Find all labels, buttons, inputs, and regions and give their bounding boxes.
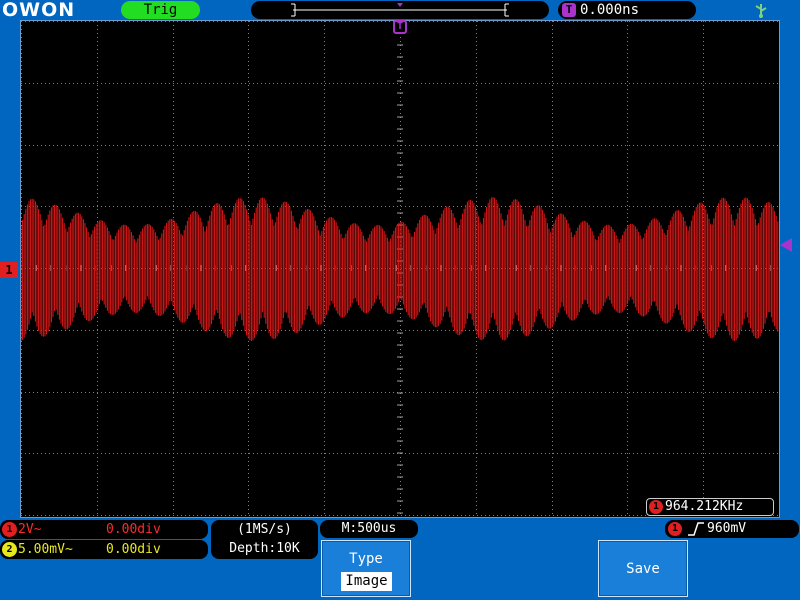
ch2-badge: 2 (2, 542, 17, 557)
trigger-time-badge: T (562, 3, 576, 17)
ch1-waveform (21, 197, 779, 341)
ch2-offset: 0.00div (106, 542, 161, 557)
acquisition-info: (1MS/s) Depth:10K (211, 520, 318, 559)
memory-depth: Depth:10K (229, 541, 300, 556)
trigger-source-badge: 1 (668, 522, 682, 536)
type-softkey-value: Image (341, 572, 392, 591)
trigger-level-marker[interactable] (780, 238, 792, 252)
owon-logo: OWON (2, 0, 76, 21)
trigger-time-readout: T 0.000ns (558, 1, 696, 19)
horizontal-position-indicator (291, 3, 509, 17)
frequency-value: 964.212KHz (665, 499, 744, 514)
waveform-display[interactable] (20, 20, 780, 518)
type-softkey-label: Type (349, 551, 383, 567)
usb-icon (752, 2, 770, 18)
ch1-volts-div: 2V~ (18, 522, 42, 537)
ch1-offset: 0.00div (106, 522, 161, 537)
sample-rate: (1MS/s) (237, 522, 292, 537)
ch1-badge: 1 (2, 522, 17, 537)
save-softkey[interactable]: Save (598, 540, 688, 597)
ch1-level-marker[interactable]: 1 (0, 262, 18, 278)
ch1-info[interactable]: 1 2V~ 0.00div (0, 520, 208, 539)
timebase-readout[interactable]: M:500us (320, 520, 418, 538)
frequency-channel-badge: 1 (649, 500, 663, 514)
trigger-time-value: 0.000ns (580, 2, 640, 18)
ch2-info[interactable]: 2 5.00mV~ 0.00div (0, 540, 208, 559)
trigger-level-value: 960mV (707, 521, 747, 536)
horizontal-position-bar[interactable] (251, 1, 549, 19)
rising-edge-icon (687, 521, 705, 543)
frequency-readout: 1 964.212KHz (646, 498, 774, 516)
type-softkey[interactable]: Type Image (321, 540, 411, 597)
trigger-time-marker: T (393, 20, 407, 34)
trigger-info[interactable]: 1 960mV (665, 520, 799, 538)
trigger-status-pill: Trig (121, 1, 200, 19)
ch2-volts-div: 5.00mV~ (18, 542, 73, 557)
